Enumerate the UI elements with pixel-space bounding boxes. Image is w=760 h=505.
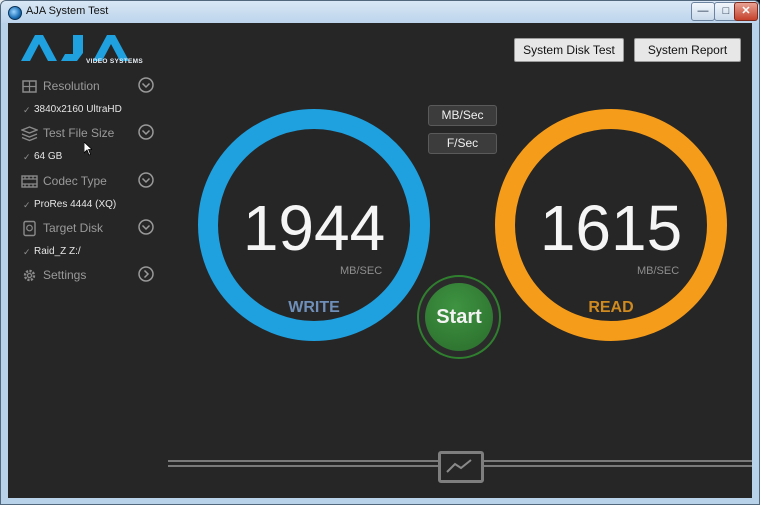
disk-icon [23,220,36,237]
film-icon [21,175,38,188]
write-label: WRITE [288,299,340,316]
check-icon: ✓ [23,152,31,162]
resolution-menu[interactable]: Resolution [21,77,161,97]
mouse-cursor-icon [84,142,92,156]
resolution-label: Resolution [43,79,100,93]
read-dial: 1615 MB/SEC READ [495,109,727,341]
codec-type-menu[interactable]: Codec Type [21,172,161,192]
chevron-right-icon[interactable] [138,266,154,282]
read-label: READ [588,299,634,316]
write-unit: MB/SEC [340,265,383,277]
test-file-size-label: Test File Size [43,126,115,140]
target-disk-value: Raid_Z Z:/ [34,246,81,257]
gear-icon [23,269,36,282]
read-unit: MB/SEC [637,265,680,277]
app-window: AJA System Test — □ ✕ VIDEO SYSTEMS Syst… [0,0,760,505]
title-bar[interactable]: AJA System Test — □ ✕ [1,1,759,23]
settings-label: Settings [43,268,87,282]
resolution-value: 3840x2160 UltraHD [34,104,122,115]
read-value: 1615 [539,192,683,264]
chevron-down-icon[interactable] [138,219,154,235]
line-chart-icon [446,459,472,473]
settings-menu[interactable]: Settings [21,266,161,286]
chevron-down-icon[interactable] [138,172,154,188]
write-dial: 1944 MB/SEC WRITE [198,109,430,341]
codec-type-value: ProRes 4444 (XQ) [34,199,117,210]
system-report-button[interactable]: System Report [634,38,741,62]
check-icon: ✓ [23,247,31,257]
target-disk-label: Target Disk [43,221,104,235]
app-icon [8,6,22,20]
frames-per-sec-button[interactable]: F/Sec [428,133,497,154]
system-disk-test-button[interactable]: System Disk Test [514,38,624,62]
main-panel: VIDEO SYSTEMS System Disk Test System Re… [8,23,752,498]
start-ring: Start [417,275,501,359]
window-title: AJA System Test [26,5,109,17]
target-disk-menu[interactable]: Target Disk [21,219,161,239]
test-file-size-value: 64 GB [34,151,63,162]
mb-per-sec-button[interactable]: MB/Sec [428,105,497,126]
minimize-button[interactable]: — [691,2,715,21]
logo-subtitle: VIDEO SYSTEMS [86,58,143,65]
chevron-down-icon[interactable] [138,77,154,93]
graph-toggle-button[interactable] [438,451,484,483]
start-button[interactable]: Start [425,283,493,351]
stack-icon [21,126,38,142]
close-button[interactable]: ✕ [734,2,758,21]
codec-type-label: Codec Type [43,174,107,188]
test-file-size-menu[interactable]: Test File Size [21,124,161,144]
check-icon: ✓ [23,105,31,115]
resolution-icon [22,80,37,93]
chevron-down-icon[interactable] [138,124,154,140]
check-icon: ✓ [23,200,31,210]
write-value: 1944 [242,192,386,264]
